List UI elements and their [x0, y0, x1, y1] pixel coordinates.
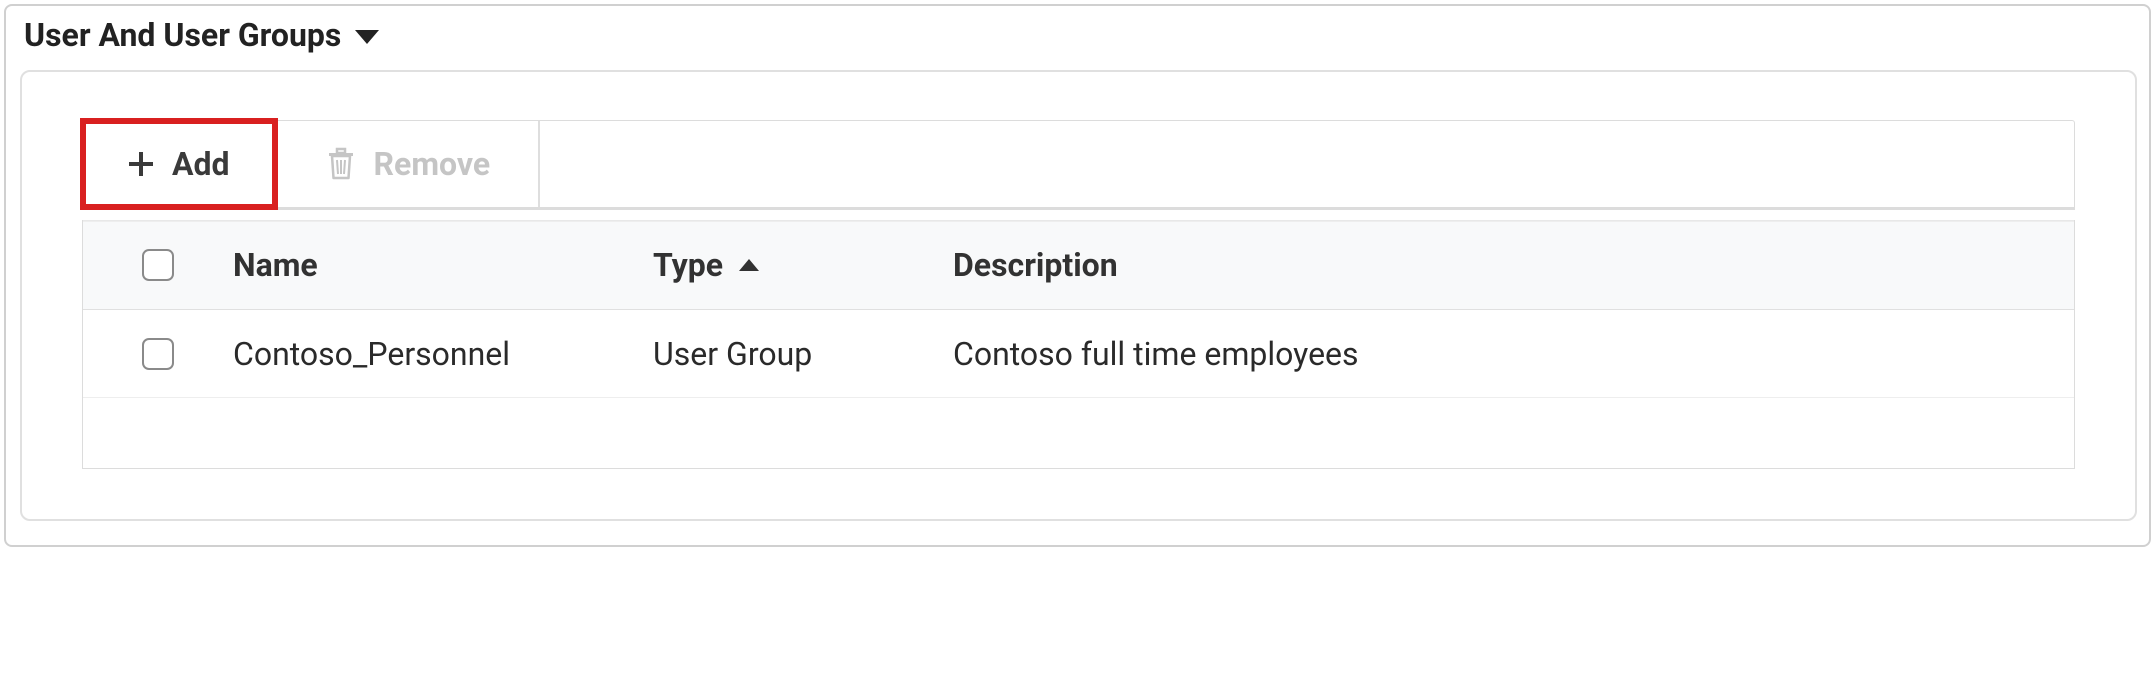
add-button-label: Add: [172, 145, 230, 183]
row-name: Contoso_Personnel: [233, 335, 653, 373]
inner-content-panel: Add Remove: [20, 70, 2137, 521]
column-header-name[interactable]: Name: [233, 246, 653, 284]
column-name-label: Name: [233, 246, 318, 284]
remove-button: Remove: [278, 121, 541, 207]
table-header-row: Name Type Description: [83, 220, 2074, 310]
row-type: User Group: [653, 335, 953, 373]
table-row[interactable]: Contoso_Personnel User Group Contoso ful…: [83, 310, 2074, 398]
column-header-type[interactable]: Type: [653, 246, 953, 284]
caret-down-icon: [355, 30, 379, 44]
panel-header[interactable]: User And User Groups: [18, 12, 2137, 70]
trash-icon: [326, 147, 356, 181]
plus-icon: [128, 151, 154, 177]
row-checkbox-cell: [83, 338, 233, 370]
panel-title: User And User Groups: [24, 16, 341, 54]
header-checkbox-cell: [83, 249, 233, 281]
row-description: Contoso full time employees: [953, 335, 2074, 373]
column-header-description[interactable]: Description: [953, 246, 2074, 284]
select-all-checkbox[interactable]: [142, 249, 174, 281]
row-checkbox[interactable]: [142, 338, 174, 370]
column-type-label: Type: [653, 246, 723, 284]
user-groups-panel: User And User Groups Add: [4, 4, 2151, 547]
remove-button-label: Remove: [374, 145, 491, 183]
toolbar: Add Remove: [82, 120, 2075, 210]
add-button[interactable]: Add: [80, 118, 278, 210]
sort-asc-icon: [739, 259, 759, 271]
column-description-label: Description: [953, 246, 1118, 284]
user-groups-table: Name Type Description Contoso_Personnel …: [82, 220, 2075, 469]
